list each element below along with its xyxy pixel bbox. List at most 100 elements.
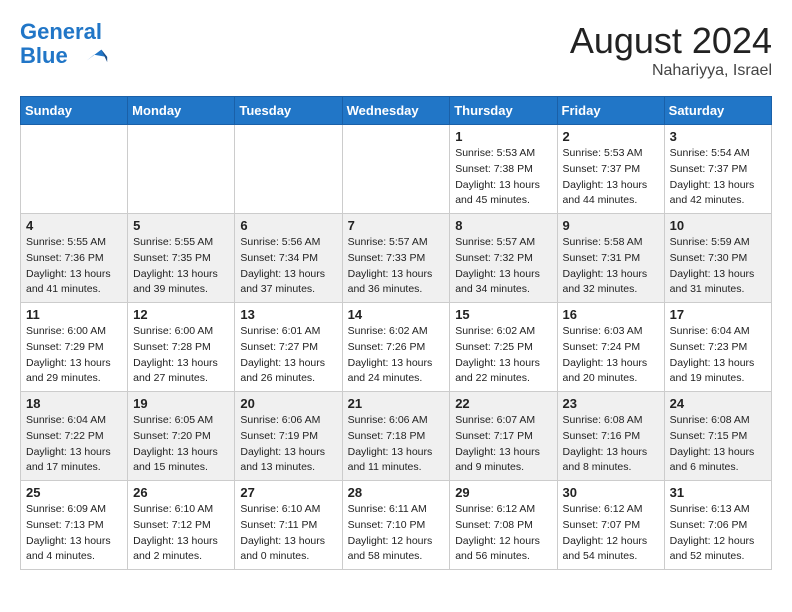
day-detail: Sunrise: 6:00 AM Sunset: 7:29 PM Dayligh… (26, 324, 122, 387)
calendar-cell: 4 Sunrise: 5:55 AM Sunset: 7:36 PM Daylig… (21, 214, 128, 303)
page-header: General Blue August 2024 Nahariyya, Isra… (20, 20, 772, 80)
logo-blue: Blue (20, 43, 68, 68)
day-detail: Sunrise: 6:06 AM Sunset: 7:18 PM Dayligh… (348, 413, 445, 476)
day-number: 7 (348, 218, 445, 233)
day-detail: Sunrise: 6:12 AM Sunset: 7:08 PM Dayligh… (455, 502, 551, 565)
calendar-cell: 23 Sunrise: 6:08 AM Sunset: 7:16 PM Dayli… (557, 392, 664, 481)
weekday-header-tuesday: Tuesday (235, 97, 342, 125)
day-number: 4 (26, 218, 122, 233)
day-number: 22 (455, 396, 551, 411)
calendar-cell (21, 125, 128, 214)
calendar-cell: 30 Sunrise: 6:12 AM Sunset: 7:07 PM Dayli… (557, 481, 664, 570)
day-number: 1 (455, 129, 551, 144)
calendar-cell: 11Sunrise: 6:00 AM Sunset: 7:29 PM Dayli… (21, 303, 128, 392)
day-number: 23 (563, 396, 659, 411)
day-number: 19 (133, 396, 229, 411)
calendar-cell (342, 125, 450, 214)
calendar-cell: 20 Sunrise: 6:06 AM Sunset: 7:19 PM Dayli… (235, 392, 342, 481)
day-detail: Sunrise: 6:08 AM Sunset: 7:15 PM Dayligh… (670, 413, 766, 476)
weekday-header-saturday: Saturday (664, 97, 771, 125)
day-detail: Sunrise: 6:02 AM Sunset: 7:25 PM Dayligh… (455, 324, 551, 387)
day-detail: Sunrise: 6:09 AM Sunset: 7:13 PM Dayligh… (26, 502, 122, 565)
day-detail: Sunrise: 6:11 AM Sunset: 7:10 PM Dayligh… (348, 502, 445, 565)
day-detail: Sunrise: 5:53 AM Sunset: 7:37 PM Dayligh… (563, 146, 659, 209)
calendar-cell: 3Sunrise: 5:54 AM Sunset: 7:37 PM Daylig… (664, 125, 771, 214)
logo-bird-icon (78, 46, 110, 68)
day-number: 25 (26, 485, 122, 500)
day-number: 8 (455, 218, 551, 233)
calendar-cell: 29 Sunrise: 6:12 AM Sunset: 7:08 PM Dayli… (450, 481, 557, 570)
calendar-cell: 13 Sunrise: 6:01 AM Sunset: 7:27 PM Dayli… (235, 303, 342, 392)
day-number: 3 (670, 129, 766, 144)
day-number: 12 (133, 307, 229, 322)
calendar-week-row: 1 Sunrise: 5:53 AM Sunset: 7:38 PM Daylig… (21, 125, 772, 214)
day-number: 6 (240, 218, 336, 233)
calendar-title-block: August 2024 Nahariyya, Israel (570, 20, 772, 80)
day-detail: Sunrise: 6:08 AM Sunset: 7:16 PM Dayligh… (563, 413, 659, 476)
day-number: 29 (455, 485, 551, 500)
calendar-cell: 19 Sunrise: 6:05 AM Sunset: 7:20 PM Dayli… (128, 392, 235, 481)
logo-general: General (20, 19, 102, 44)
calendar-cell: 24Sunrise: 6:08 AM Sunset: 7:15 PM Dayli… (664, 392, 771, 481)
day-detail: Sunrise: 6:10 AM Sunset: 7:11 PM Dayligh… (240, 502, 336, 565)
day-number: 16 (563, 307, 659, 322)
calendar-cell: 2 Sunrise: 5:53 AM Sunset: 7:37 PM Daylig… (557, 125, 664, 214)
day-number: 28 (348, 485, 445, 500)
day-detail: Sunrise: 6:12 AM Sunset: 7:07 PM Dayligh… (563, 502, 659, 565)
day-number: 18 (26, 396, 122, 411)
day-detail: Sunrise: 6:04 AM Sunset: 7:22 PM Dayligh… (26, 413, 122, 476)
calendar-cell: 27 Sunrise: 6:10 AM Sunset: 7:11 PM Dayli… (235, 481, 342, 570)
calendar-cell: 17Sunrise: 6:04 AM Sunset: 7:23 PM Dayli… (664, 303, 771, 392)
day-number: 13 (240, 307, 336, 322)
weekday-header-thursday: Thursday (450, 97, 557, 125)
calendar-cell: 28 Sunrise: 6:11 AM Sunset: 7:10 PM Dayli… (342, 481, 450, 570)
day-detail: Sunrise: 5:59 AM Sunset: 7:30 PM Dayligh… (670, 235, 766, 298)
day-detail: Sunrise: 6:07 AM Sunset: 7:17 PM Dayligh… (455, 413, 551, 476)
calendar-week-row: 11Sunrise: 6:00 AM Sunset: 7:29 PM Dayli… (21, 303, 772, 392)
weekday-header-friday: Friday (557, 97, 664, 125)
calendar-cell: 6 Sunrise: 5:56 AM Sunset: 7:34 PM Daylig… (235, 214, 342, 303)
calendar-cell: 18 Sunrise: 6:04 AM Sunset: 7:22 PM Dayli… (21, 392, 128, 481)
day-number: 27 (240, 485, 336, 500)
location-title: Nahariyya, Israel (570, 62, 772, 80)
calendar-cell: 10 Sunrise: 5:59 AM Sunset: 7:30 PM Dayli… (664, 214, 771, 303)
calendar-cell (128, 125, 235, 214)
day-number: 5 (133, 218, 229, 233)
day-number: 15 (455, 307, 551, 322)
calendar-cell: 5 Sunrise: 5:55 AM Sunset: 7:35 PM Daylig… (128, 214, 235, 303)
day-number: 26 (133, 485, 229, 500)
day-number: 20 (240, 396, 336, 411)
day-detail: Sunrise: 6:01 AM Sunset: 7:27 PM Dayligh… (240, 324, 336, 387)
day-detail: Sunrise: 6:10 AM Sunset: 7:12 PM Dayligh… (133, 502, 229, 565)
calendar-cell: 22 Sunrise: 6:07 AM Sunset: 7:17 PM Dayli… (450, 392, 557, 481)
calendar-cell: 7 Sunrise: 5:57 AM Sunset: 7:33 PM Daylig… (342, 214, 450, 303)
calendar-cell: 26 Sunrise: 6:10 AM Sunset: 7:12 PM Dayli… (128, 481, 235, 570)
weekday-header-monday: Monday (128, 97, 235, 125)
day-number: 21 (348, 396, 445, 411)
day-detail: Sunrise: 5:55 AM Sunset: 7:36 PM Dayligh… (26, 235, 122, 298)
calendar-week-row: 18 Sunrise: 6:04 AM Sunset: 7:22 PM Dayli… (21, 392, 772, 481)
calendar-cell: 9Sunrise: 5:58 AM Sunset: 7:31 PM Daylig… (557, 214, 664, 303)
calendar-cell: 31Sunrise: 6:13 AM Sunset: 7:06 PM Dayli… (664, 481, 771, 570)
day-number: 30 (563, 485, 659, 500)
calendar-cell: 14Sunrise: 6:02 AM Sunset: 7:26 PM Dayli… (342, 303, 450, 392)
day-detail: Sunrise: 6:04 AM Sunset: 7:23 PM Dayligh… (670, 324, 766, 387)
calendar-table: SundayMondayTuesdayWednesdayThursdayFrid… (20, 96, 772, 570)
day-detail: Sunrise: 5:56 AM Sunset: 7:34 PM Dayligh… (240, 235, 336, 298)
calendar-cell: 16Sunrise: 6:03 AM Sunset: 7:24 PM Dayli… (557, 303, 664, 392)
calendar-week-row: 4 Sunrise: 5:55 AM Sunset: 7:36 PM Daylig… (21, 214, 772, 303)
day-detail: Sunrise: 5:55 AM Sunset: 7:35 PM Dayligh… (133, 235, 229, 298)
day-number: 2 (563, 129, 659, 144)
calendar-cell: 15 Sunrise: 6:02 AM Sunset: 7:25 PM Dayli… (450, 303, 557, 392)
day-detail: Sunrise: 5:57 AM Sunset: 7:33 PM Dayligh… (348, 235, 445, 298)
calendar-week-row: 25 Sunrise: 6:09 AM Sunset: 7:13 PM Dayli… (21, 481, 772, 570)
calendar-cell: 1 Sunrise: 5:53 AM Sunset: 7:38 PM Daylig… (450, 125, 557, 214)
day-number: 31 (670, 485, 766, 500)
day-number: 10 (670, 218, 766, 233)
day-detail: Sunrise: 6:06 AM Sunset: 7:19 PM Dayligh… (240, 413, 336, 476)
day-detail: Sunrise: 6:05 AM Sunset: 7:20 PM Dayligh… (133, 413, 229, 476)
calendar-cell: 25 Sunrise: 6:09 AM Sunset: 7:13 PM Dayli… (21, 481, 128, 570)
calendar-cell: 8Sunrise: 5:57 AM Sunset: 7:32 PM Daylig… (450, 214, 557, 303)
day-detail: Sunrise: 5:53 AM Sunset: 7:38 PM Dayligh… (455, 146, 551, 209)
month-title: August 2024 (570, 20, 772, 62)
